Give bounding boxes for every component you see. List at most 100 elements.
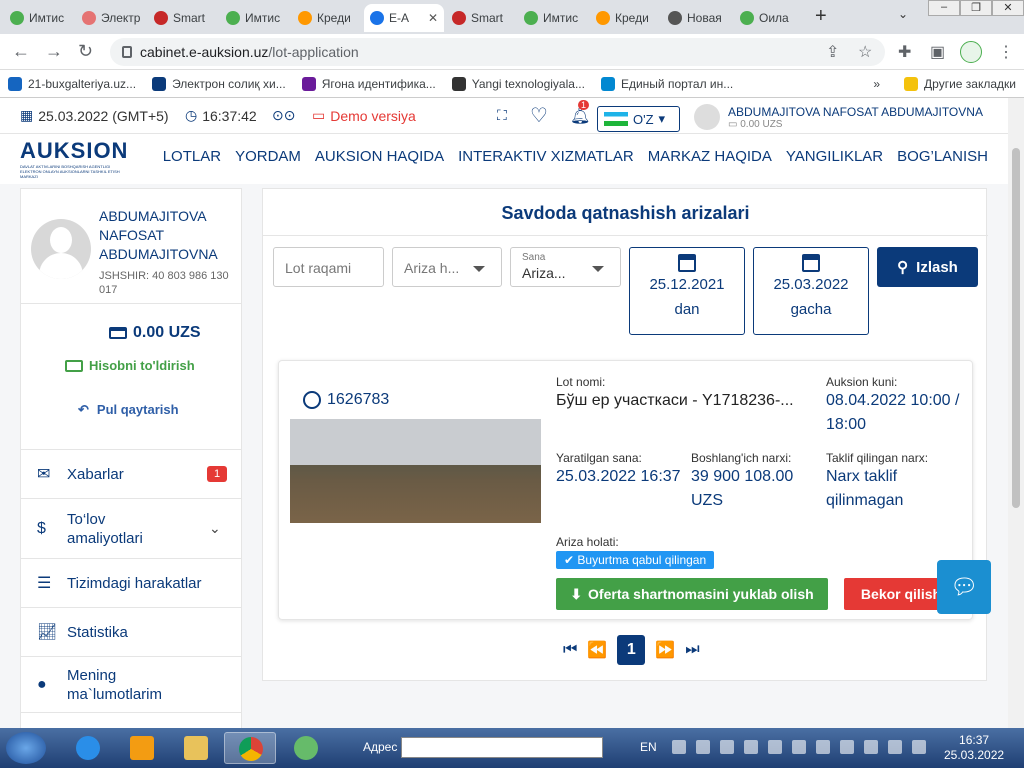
browser-tab[interactable]: Новая	[662, 4, 732, 32]
download-offer-button[interactable]: ⬇ Oferta shartnomasini yuklab olish	[556, 578, 828, 610]
bookmark-item[interactable]: Единый портал ин...	[593, 76, 741, 91]
taskbar-chrome[interactable]	[224, 732, 276, 764]
reload-icon[interactable]: ↻	[78, 41, 93, 62]
lock-icon	[122, 46, 132, 58]
tab-search-chevron-icon[interactable]: ⌄	[898, 7, 908, 21]
scrollbar-thumb[interactable]	[1012, 148, 1020, 508]
nav-link[interactable]: MARKAZ HAQIDA	[648, 148, 772, 165]
date-to-value: 25.03.2022	[773, 276, 849, 293]
nav-link[interactable]: INTERAKTIV XIZMATLAR	[458, 148, 634, 165]
first-page-icon[interactable]: ⏮	[563, 641, 577, 659]
lot-name-label: Lot nomi:	[556, 375, 606, 389]
fullscreen-icon[interactable]: ⛶	[497, 107, 507, 124]
browser-tab[interactable]: Креди	[590, 4, 660, 32]
printer-icon[interactable]	[696, 740, 710, 754]
header-user[interactable]: ABDUMAJITOVA NAFOSAT ABDUMAJITOVNA ▭ 0.00…	[694, 104, 983, 130]
url-bar[interactable]: cabinet.e-auksion.uz/lot-application	[110, 38, 885, 66]
nav-link[interactable]: LOTLAR	[163, 148, 221, 165]
sidepanel-icon[interactable]: ▣	[930, 42, 945, 62]
tray-app-icon[interactable]	[912, 740, 926, 754]
lot-name[interactable]: Бўш ер участкаси - Y1718236-...	[556, 389, 794, 413]
tray-app-icon[interactable]	[720, 740, 734, 754]
new-tab-button[interactable]: +	[815, 5, 827, 28]
prev-page-icon[interactable]: ⏪	[587, 640, 607, 660]
nav-link[interactable]: AUKSION HAQIDA	[315, 148, 444, 165]
sidebar-item-activity[interactable]: ☰ Tizimdagi harakatlar	[21, 559, 241, 608]
date-to-picker[interactable]: 25.03.2022 gacha	[753, 247, 869, 335]
start-button[interactable]	[6, 732, 46, 764]
tray-app-icon[interactable]	[792, 740, 806, 754]
bookmark-item[interactable]: 21-buxgalteriya.uz...	[0, 76, 144, 91]
page-scrollbar[interactable]	[1008, 98, 1024, 728]
close-tab-icon[interactable]: ✕	[428, 11, 438, 25]
profile-avatar[interactable]	[960, 41, 982, 63]
browser-tab[interactable]: Smart	[148, 4, 218, 32]
taskbar-ie[interactable]	[62, 732, 114, 764]
bookmark-item[interactable]: Yangi texnologiyala...	[444, 76, 593, 91]
browser-tab[interactable]: E-A ✕	[364, 4, 444, 32]
next-page-icon[interactable]: ⏩	[655, 640, 675, 660]
start-price-label: Boshlang'ich narxi:	[691, 451, 792, 465]
demo-version-link[interactable]: ▭ Demo versiya	[312, 107, 416, 124]
last-page-icon[interactable]: ⏭	[685, 641, 699, 659]
lot-number-input[interactable]: Lot raqami	[273, 247, 384, 287]
status-select[interactable]: Ariza h...	[392, 247, 502, 287]
caret-down-icon: ▾	[658, 111, 666, 126]
other-bookmarks[interactable]: Другие закладки	[896, 76, 1024, 91]
tray-app-icon[interactable]	[840, 740, 854, 754]
sidebar-item-messages[interactable]: ✉ Xabarlar 1	[21, 450, 241, 499]
browser-tab[interactable]: Smart	[446, 4, 516, 32]
nav-link[interactable]: YANGILIKLAR	[786, 148, 883, 165]
sidebar-item-statistics[interactable]: 📈︎ Statistika	[21, 608, 241, 657]
sidebar-item-payments[interactable]: $ To‘lov amaliyotlari ⌄	[21, 499, 241, 559]
search-button[interactable]: ⚲ Izlash	[877, 247, 978, 287]
sidebar-item-my-info[interactable]: ● Mening ma`lumotlarim	[21, 657, 241, 713]
tray-app-icon[interactable]	[768, 740, 782, 754]
lot-photo[interactable]	[290, 419, 541, 523]
keyboard-language[interactable]: EN	[640, 740, 657, 754]
refund-button[interactable]: ↶ Pul qaytarish	[78, 402, 179, 418]
accessibility-glasses-icon[interactable]: ⊙⊙	[272, 107, 295, 124]
volume-icon[interactable]	[888, 740, 902, 754]
extensions-icon[interactable]: ✚	[898, 42, 911, 62]
taskbar-app[interactable]	[280, 732, 332, 764]
browser-tab[interactable]: Имтис	[518, 4, 588, 32]
taskbar-explorer[interactable]	[170, 732, 222, 764]
close-window-button[interactable]: ✕	[992, 0, 1024, 16]
balance-text: 0.00 UZS	[133, 324, 201, 341]
topup-button[interactable]: Hisobni to'ldirish	[65, 358, 195, 373]
language-select[interactable]: O'Z ▾	[597, 106, 680, 132]
network-icon[interactable]	[864, 740, 878, 754]
taskbar-media[interactable]	[116, 732, 168, 764]
nav-link[interactable]: YORDAM	[235, 148, 301, 165]
date-from-picker[interactable]: 25.12.2021 dan	[629, 247, 745, 335]
browser-menu-icon[interactable]: ⋮	[998, 42, 1014, 62]
bookmarks-overflow[interactable]: »	[873, 77, 880, 91]
restore-button[interactable]: ❐	[960, 0, 992, 16]
minimize-button[interactable]: –	[928, 0, 960, 16]
bookmark-star-icon[interactable]: ☆	[858, 42, 872, 62]
tray-app-icon[interactable]	[744, 740, 758, 754]
favorites-heart-icon[interactable]: ♡	[530, 103, 548, 128]
current-page[interactable]: 1	[617, 635, 646, 665]
back-icon[interactable]: ←	[12, 41, 30, 62]
tray-app-icon[interactable]	[816, 740, 830, 754]
date-type-select[interactable]: Sana Ariza...	[510, 247, 621, 287]
taskbar-address-label: Адрес	[363, 740, 398, 754]
bookmark-item[interactable]: Ягона идентифика...	[294, 76, 444, 91]
search-icon: ⚲	[897, 259, 909, 276]
chat-icon[interactable]: 💬︎	[937, 560, 991, 614]
nav-link[interactable]: BOG’LANISH	[897, 148, 988, 165]
bookmark-item[interactable]: Электрон солиқ хи...	[144, 76, 294, 91]
taskbar-clock[interactable]: 16:37 25.03.2022	[944, 733, 1004, 763]
browser-tab[interactable]: Оила	[734, 4, 804, 32]
taskbar-address-input[interactable]	[401, 737, 603, 758]
share-icon[interactable]: ⇪	[826, 42, 839, 62]
auksion-logo[interactable]: AUKSION DAVLAT AKTIVLARINI BOSHQARISH AG…	[20, 138, 132, 180]
browser-tab[interactable]: Имтис	[4, 4, 74, 32]
browser-tab[interactable]: Имтис	[220, 4, 290, 32]
browser-tab[interactable]: Креди	[292, 4, 362, 32]
bluetooth-icon[interactable]	[672, 740, 686, 754]
browser-tab[interactable]: Электр	[76, 4, 146, 32]
forward-icon[interactable]: →	[45, 41, 63, 62]
